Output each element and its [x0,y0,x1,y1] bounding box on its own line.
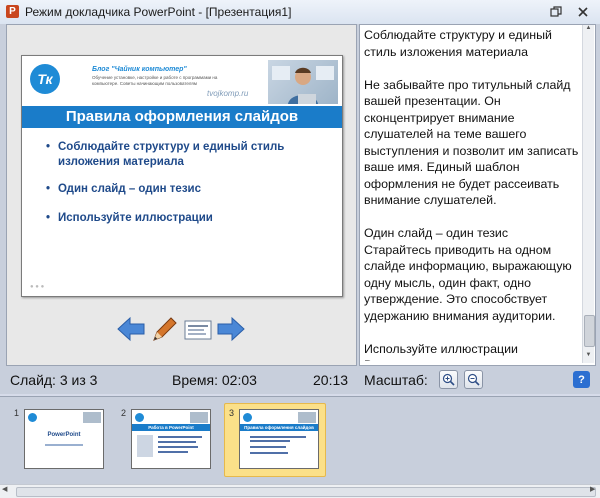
notes-scrollbar[interactable]: ▲ ▼ [582,25,595,363]
thumbnail-line [250,446,286,448]
clock: 20:13 [313,372,349,388]
slide-thumbnail-3[interactable]: Правила оформления слайдов [239,409,319,469]
thumbnail-number: 2 [121,408,127,418]
thumbnail-title: PowerPoint [47,432,81,438]
slide-bullet-text: Один слайд – один тезис [58,183,202,195]
scrollbar-thumb[interactable] [584,315,595,347]
slide-counter: Слайд: 3 из 3 [10,372,98,388]
thumbnail-line [158,451,188,453]
thumbnail-title: Правила оформления слайдов [244,425,314,430]
bullet-dot: • [46,212,51,224]
elapsed-time: Время: 02:03 [172,372,257,388]
window-title: Режим докладчика PowerPoint - [Презентац… [25,5,292,19]
slide-thumbnail-2[interactable]: Работа в PowerPoint [131,409,211,469]
thumbnail-logo-icon [135,413,144,422]
blog-description: Обучение установке, настройке и работе с… [92,75,218,86]
thumbnail-photo [298,412,316,423]
blog-logo: Тк [30,64,60,94]
thumbnail-line [158,446,198,448]
next-slide-arrow-icon[interactable] [216,316,246,342]
screen-options-icon[interactable] [184,320,212,340]
zoom-in-icon[interactable] [439,370,458,389]
scroll-left-arrow-icon[interactable]: ◀ [2,485,7,493]
speaker-notes-text[interactable]: Соблюдайте структуру и единый стиль изло… [364,27,580,361]
thumbnail-line [250,452,288,454]
site-url: tvojkomp.ru [207,89,249,98]
previous-slide-arrow-icon[interactable] [116,316,146,342]
thumbnail-photo [190,412,208,423]
slide-bullet-text: Используйте иллюстрации [58,212,213,224]
restore-icon[interactable] [548,4,564,19]
author-photo [268,60,338,104]
close-icon[interactable] [572,3,594,20]
powerpoint-app-icon[interactable]: P [6,5,19,18]
slide-bullet: • Один слайд – один тезис [46,182,320,197]
slide-bullet: • Соблюдайте структуру и единый стиль изл… [46,140,320,170]
thumbnail-number: 1 [14,408,20,418]
thumbnail-line [158,441,196,443]
slide-title: Правила оформления слайдов [65,108,299,125]
slide-bullet: • Используйте иллюстрации [46,211,320,226]
thumbnails-scrollbar[interactable]: ◀ ▶ [0,484,600,498]
current-slide[interactable]: Тк Блог "Чайник компьютер" Обучение уста… [21,55,343,297]
thumbnail-logo-icon [28,413,37,422]
thumbnail-line [250,436,306,438]
thumbnail-photo [83,412,101,423]
thumbnail-line [158,436,202,438]
scroll-down-arrow-icon[interactable]: ▼ [583,352,594,363]
bullet-dot: • [46,141,51,153]
zoom-out-icon[interactable] [464,370,483,389]
thumbnail-line [250,440,290,442]
slide-footer-dots: ● ● ● [30,284,45,290]
thumbnail-title: Работа в PowerPoint [148,425,194,430]
slide-thumbnail-1[interactable]: PowerPoint [24,409,104,469]
scroll-up-arrow-icon[interactable]: ▲ [583,25,594,36]
thumbnail-image [137,435,153,457]
scrollbar-thumb[interactable] [16,487,596,497]
help-icon[interactable]: ? [573,371,590,388]
blog-name: Блог "Чайник компьютер" [92,66,187,73]
bullet-dot: • [46,183,51,195]
slide-bullet-text: Соблюдайте структуру и единый стиль изло… [58,141,285,168]
pen-icon[interactable] [148,314,178,344]
thumbnail-number: 3 [229,408,235,418]
zoom-label: Масштаб: [364,372,428,388]
scroll-right-arrow-icon[interactable]: ▶ [590,485,595,493]
thumbnail-logo-icon [243,413,252,422]
thumbnail-line [45,444,83,446]
speaker-notes-pane[interactable]: Соблюдайте структуру и единый стиль изло… [359,24,596,366]
